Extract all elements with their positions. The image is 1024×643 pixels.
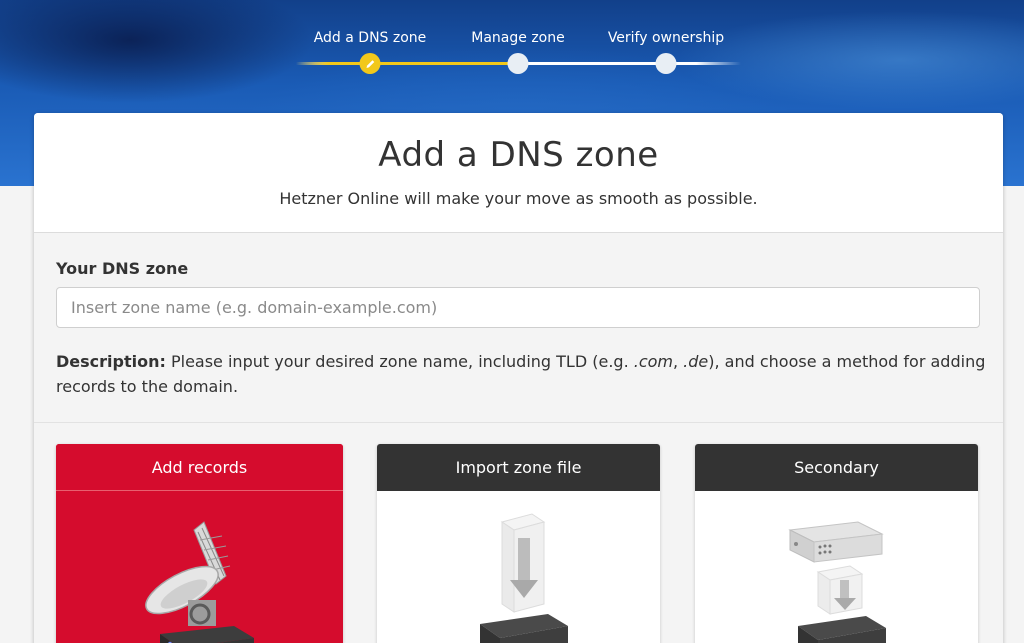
page-subtitle: Hetzner Online will make your move as sm… <box>279 189 758 208</box>
stepper-track-completed <box>296 62 518 65</box>
step-label-manage-zone: Manage zone <box>471 30 565 46</box>
add-zone-card: Add a DNS zone Hetzner Online will make … <box>34 113 1003 643</box>
option-add-records[interactable]: Add records <box>56 444 343 643</box>
zone-field-label: Your DNS zone <box>56 259 189 278</box>
secondary-server-icon <box>695 492 978 643</box>
zone-description: Description: Please input your desired z… <box>56 349 986 399</box>
step-label-verify-ownership: Verify ownership <box>607 30 725 46</box>
card-header: Add a DNS zone Hetzner Online will make … <box>34 113 1003 233</box>
option-add-records-label: Add records <box>56 444 343 491</box>
option-import-zone-file[interactable]: Import zone file <box>377 444 660 643</box>
progress-stepper: Add a DNS zone Manage zone Verify owners… <box>296 28 741 78</box>
description-example-de: .de <box>683 352 709 371</box>
description-separator: , <box>673 352 684 371</box>
zone-form: Your DNS zone Description: Please input … <box>34 233 1003 423</box>
description-text-1: Please input your desired zone name, inc… <box>165 352 634 371</box>
option-import-zone-file-label: Import zone file <box>377 444 660 491</box>
page-title: Add a DNS zone <box>378 135 659 175</box>
step-dot-manage-zone <box>507 53 529 74</box>
satellite-dish-icon <box>56 492 343 643</box>
description-prefix: Description: <box>56 352 166 371</box>
pencil-icon <box>366 59 374 68</box>
description-example-com: .com <box>633 352 673 371</box>
step-label-add-zone: Add a DNS zone <box>313 30 427 46</box>
option-secondary[interactable]: Secondary <box>695 444 978 643</box>
zone-name-input[interactable] <box>56 287 980 328</box>
option-secondary-label: Secondary <box>695 444 978 491</box>
step-dot-add-zone <box>359 53 381 74</box>
step-dot-verify-ownership <box>655 53 677 74</box>
import-file-icon <box>377 492 660 643</box>
